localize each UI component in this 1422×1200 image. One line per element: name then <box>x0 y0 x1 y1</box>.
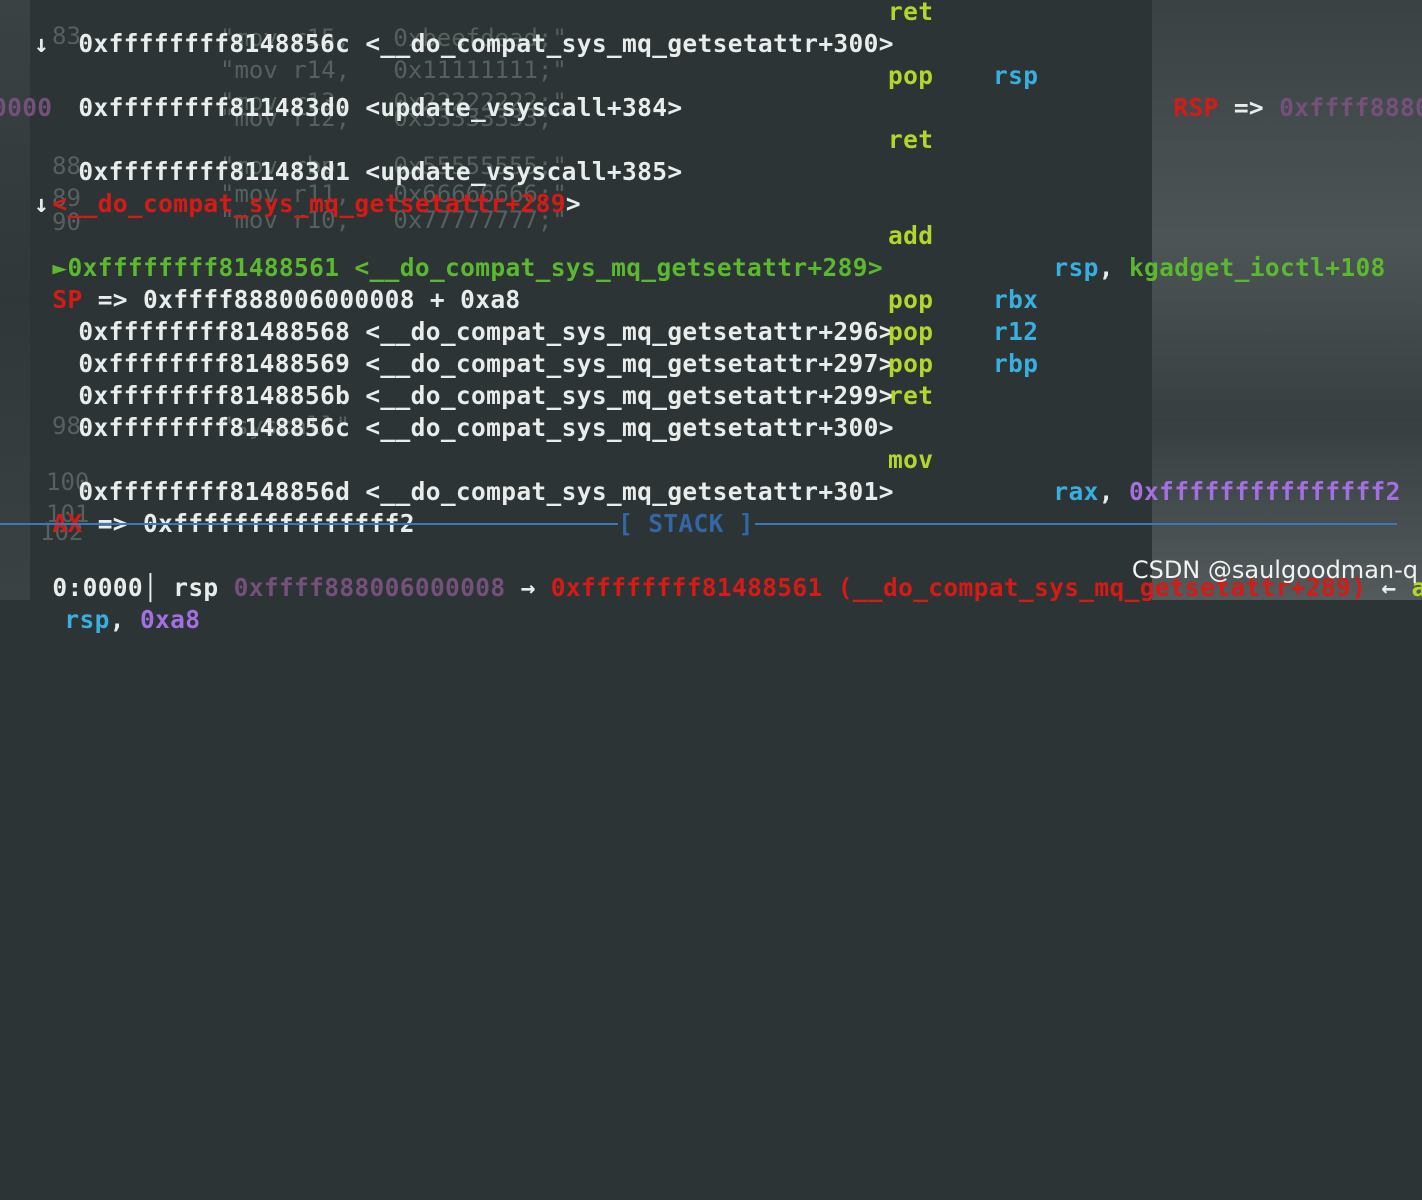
stack-wrap: rsp, 0xa8 <box>4 572 200 634</box>
annotation-value: 0xffff888006 <box>1279 93 1422 122</box>
insn-symbol: <__do_compat_sys_mq_getsetattr+301> <box>365 477 894 506</box>
operand-immediate: 0xfffffffffffffff2 <box>1128 477 1401 506</box>
watermark: CSDN @saulgoodman-q <box>1131 556 1418 584</box>
insn-mnemonic: pop <box>888 61 934 90</box>
annotation: RSP => 0xffff888006 <box>1113 60 1422 122</box>
disasm-line: 0xffffffff81488569 <__do_compat_sys_mq_g… <box>18 316 894 378</box>
insn-mnemonic: pop <box>888 285 934 314</box>
insn-operands: rax, 0xfffffffffffffff2 <box>993 444 1401 506</box>
stack-address: 0xffff888006000008 <box>233 573 506 602</box>
mov-annotation: AX => 0xfffffffffffffff2 <box>0 476 415 538</box>
insn-address: 0xffffffff811483d0 <box>78 93 351 122</box>
insn-mnemonic: ret <box>888 381 934 410</box>
current-instruction: ►0xffffffff81488561 <__do_compat_sys_mq_… <box>0 220 883 282</box>
disasm-line: 0xffffffff8148856d <__do_compat_sys_mq_g… <box>18 444 894 506</box>
insn-operands: rsp, kgadget_ioctl+108 <box>993 220 1386 282</box>
insn-symbol: <update_vsyscall+384> <box>365 93 683 122</box>
insn-mnemonic: mov <box>888 445 934 474</box>
wrap-close: > <box>565 189 581 218</box>
right-arrow-icon: → <box>520 573 536 602</box>
insn-mnemonic: ret <box>888 125 934 154</box>
stack-section-header: [ STACK ] <box>618 509 754 538</box>
return-target-symbol: __do_compat_sys_mq_getsetattr+289 <box>67 189 566 218</box>
insn-address: 0xffffffff8148856c <box>78 413 351 442</box>
insn-mnemonic: pop <box>888 349 934 378</box>
wrap-immediate: 0xa8 <box>139 605 201 634</box>
disasm-line: 0xffffffff8148856b <__do_compat_sys_mq_g… <box>18 348 894 410</box>
down-arrow-icon: ↓ <box>34 29 50 58</box>
disasm-line: 0xffffffff8148856c <__do_compat_sys_mq_g… <box>18 380 894 442</box>
wrapped-symbol: <__do_compat_sys_mq_getsetattr+289> <box>0 156 581 218</box>
operand-register: rax <box>1053 477 1099 506</box>
insn-operand: r12 <box>993 317 1039 346</box>
insn-operand: rbx <box>993 285 1039 314</box>
insn-address: 0xffffffff8148856c <box>78 29 351 58</box>
insn-operand: rsp <box>993 61 1039 90</box>
down-arrow-icon: ↓ <box>34 189 50 218</box>
disasm-line: 0xffffffff8148856c <__do_compat_sys_mq_g… <box>18 0 894 58</box>
disasm-line: 0xffffffff811483d0 <update_vsyscall+384> <box>18 60 682 122</box>
current-annotation: SP => 0xffff888006000008 + 0xa8 <box>0 252 521 314</box>
wrap-register: rsp <box>64 605 110 634</box>
annotation-register: RSP <box>1173 93 1219 122</box>
operand-register: rsp <box>1053 253 1099 282</box>
stack-divider-left <box>0 523 618 525</box>
annotation-arrow: => <box>1233 93 1265 122</box>
insn-symbol: <__do_compat_sys_mq_getsetattr+300> <box>365 29 894 58</box>
disasm-line: 0xffffffff81488568 <__do_compat_sys_mq_g… <box>18 284 894 346</box>
operand-comma: , <box>1098 253 1114 282</box>
terminal-output: 0xffffffff8148856c <__do_compat_sys_mq_g… <box>0 0 1422 634</box>
insn-operand: rbp <box>993 349 1039 378</box>
wrap-comma: , <box>109 605 125 634</box>
wrapped-value: 0000 <box>0 93 53 122</box>
wrap-lead: < <box>52 189 68 218</box>
disasm-line: 0xffffffff811483d1 <update_vsyscall+385> <box>18 124 682 186</box>
stack-divider-right <box>755 523 1397 525</box>
insn-mnemonic: ret <box>888 0 934 26</box>
operand-comma: , <box>1098 477 1114 506</box>
insn-symbol: <__do_compat_sys_mq_getsetattr+300> <box>365 413 894 442</box>
insn-mnemonic: add <box>888 221 934 250</box>
operand-symbol: kgadget_ioctl+108 <box>1128 253 1386 282</box>
insn-mnemonic: pop <box>888 317 934 346</box>
